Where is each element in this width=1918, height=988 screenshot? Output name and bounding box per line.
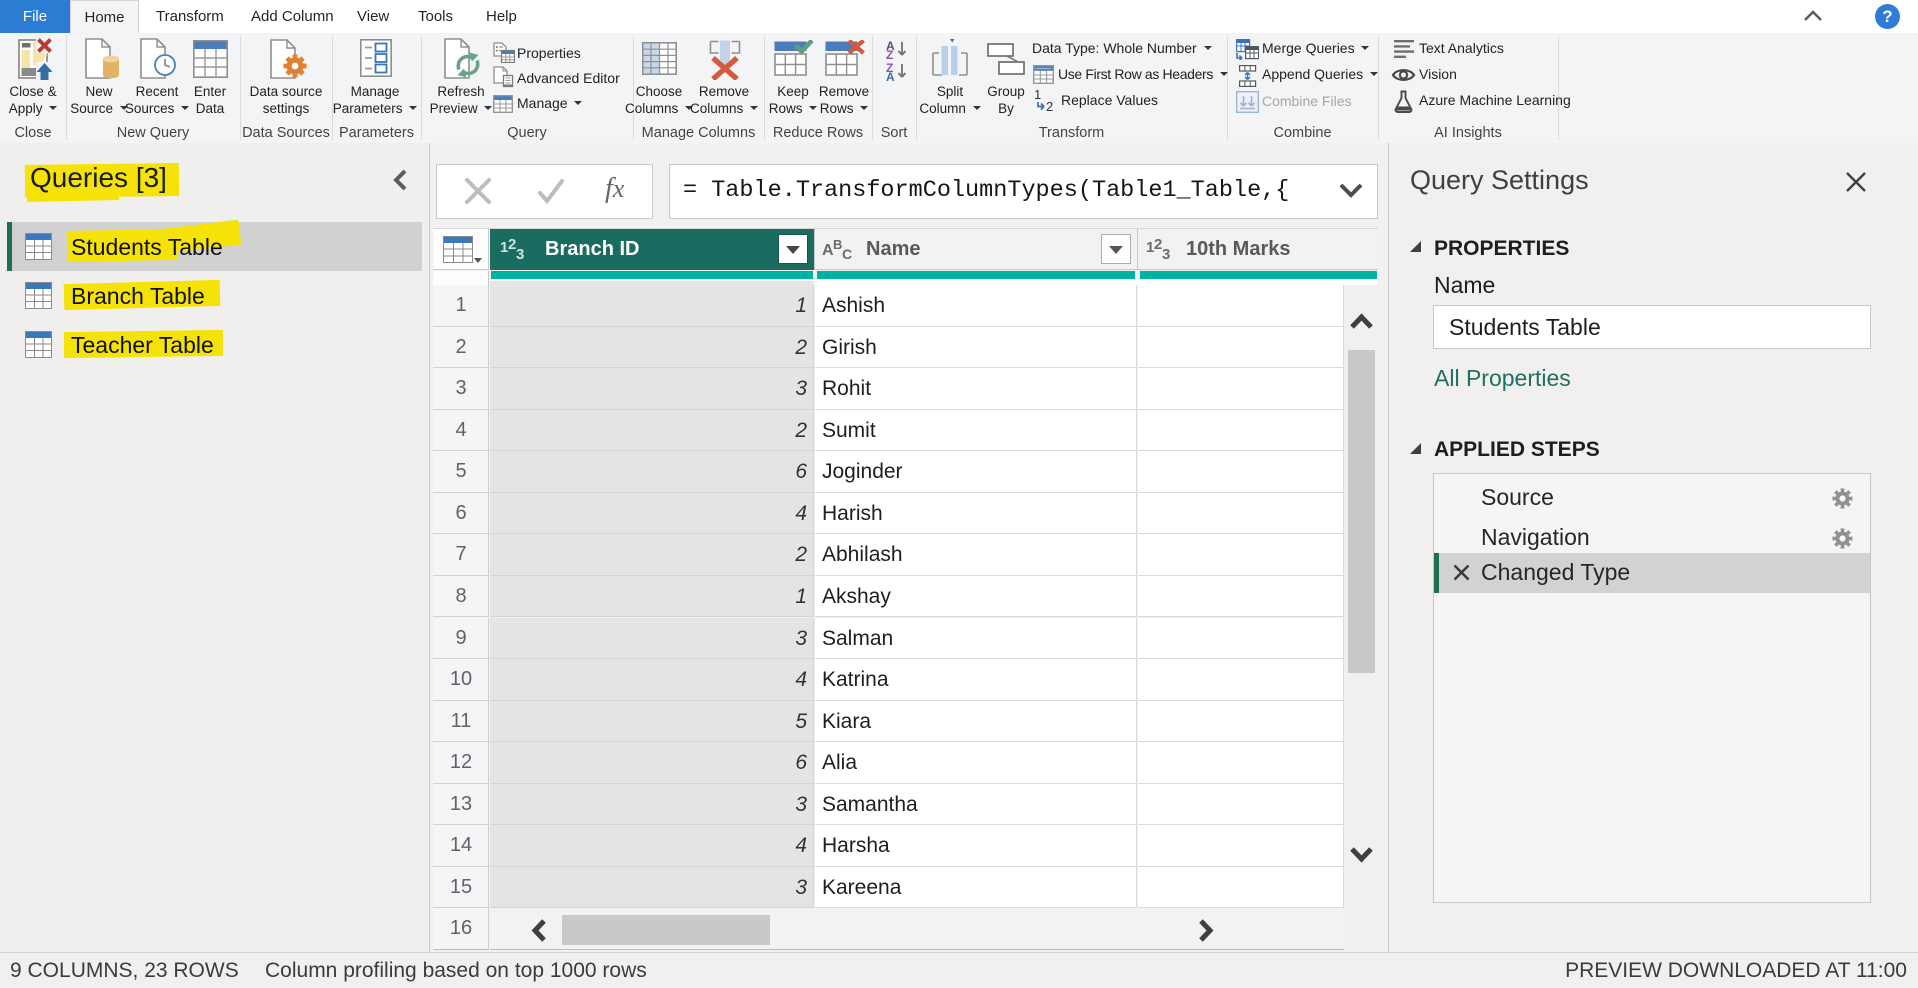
svg-text:1: 1 bbox=[1034, 88, 1041, 102]
svg-text:B: B bbox=[833, 237, 842, 252]
svg-text:3: 3 bbox=[516, 246, 524, 263]
svg-text:3: 3 bbox=[1162, 246, 1170, 263]
svg-text:Z: Z bbox=[886, 48, 893, 62]
svg-text:C: C bbox=[842, 246, 852, 262]
svg-text:2: 2 bbox=[1046, 99, 1053, 112]
svg-text:A: A bbox=[886, 70, 895, 82]
